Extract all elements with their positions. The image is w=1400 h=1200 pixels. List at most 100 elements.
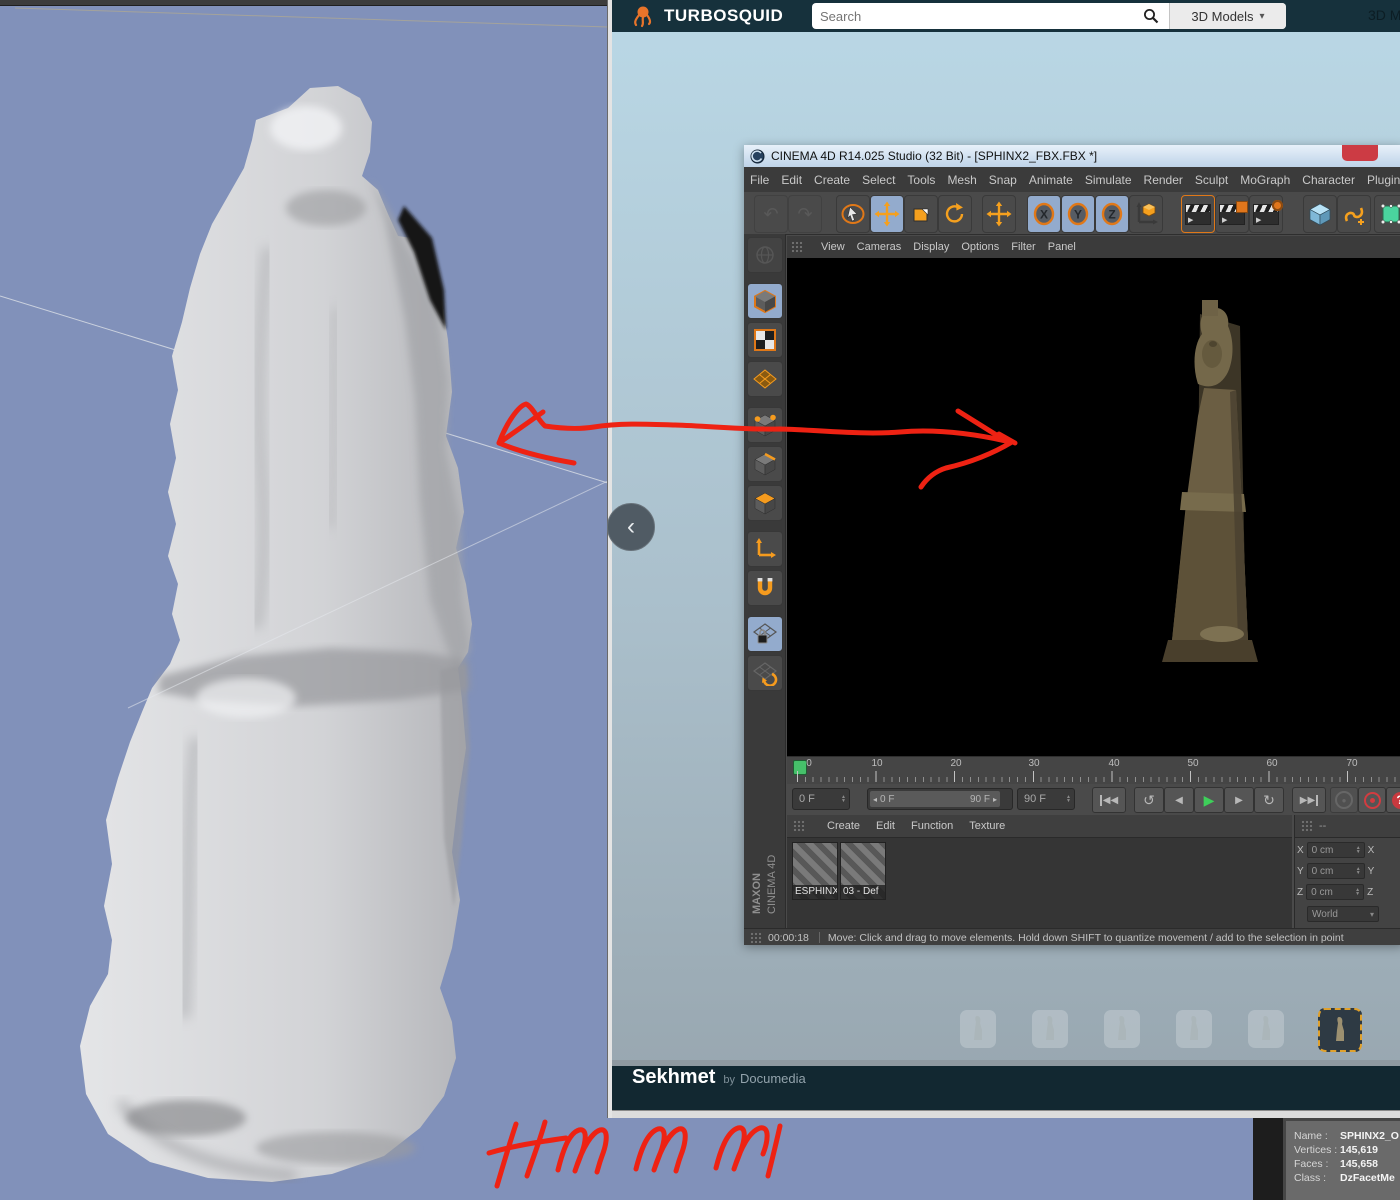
spinner-icon[interactable]: ▲ ▼ bbox=[1356, 846, 1361, 855]
render-picture-viewer-button[interactable] bbox=[1215, 195, 1249, 233]
rotate-workplane-button[interactable] bbox=[746, 655, 783, 691]
x-axis-lock-button[interactable]: X bbox=[1027, 195, 1061, 233]
viewport-menu-display[interactable]: Display bbox=[913, 241, 949, 253]
c4d-title-bar[interactable]: CINEMA 4D R14.025 Studio (32 Bit) - [SPH… bbox=[744, 145, 1400, 167]
points-mode-button[interactable] bbox=[746, 407, 783, 443]
add-cube-button[interactable] bbox=[1303, 195, 1337, 233]
range-left-arrow-icon[interactable]: ◂ bbox=[873, 795, 877, 804]
render-view-button[interactable] bbox=[1181, 195, 1215, 233]
y-axis-lock-button[interactable]: Y bbox=[1061, 195, 1095, 233]
x-position-field[interactable]: 0 cm ▲ ▼ bbox=[1306, 842, 1365, 858]
search-input[interactable] bbox=[812, 8, 1143, 24]
workplane-mode-button[interactable] bbox=[746, 361, 783, 397]
scanned-statue-model[interactable] bbox=[36, 58, 484, 1190]
frame-range-slider[interactable]: ◂ 0 F 90 F ▸ bbox=[867, 788, 1013, 810]
product-author[interactable]: Documedia bbox=[740, 1071, 806, 1086]
nav-3d-models-link[interactable]: 3D M bbox=[1368, 7, 1400, 23]
menu-select[interactable]: Select bbox=[856, 173, 901, 187]
turbosquid-brand[interactable]: TURBOSQUID bbox=[664, 6, 783, 26]
spinner-icon[interactable]: ▲ ▼ bbox=[1066, 795, 1071, 804]
menu-animate[interactable]: Animate bbox=[1023, 173, 1079, 187]
polygons-mode-button[interactable] bbox=[746, 485, 783, 521]
jump-start-button[interactable]: ◀◀ bbox=[1092, 787, 1126, 813]
edges-mode-button[interactable] bbox=[746, 446, 783, 482]
redo-button[interactable]: ↷ bbox=[788, 195, 822, 233]
viewport-menu-view[interactable]: View bbox=[821, 241, 845, 253]
undo-button[interactable]: ↶ bbox=[754, 195, 788, 233]
product-title[interactable]: Sekhmet bbox=[632, 1066, 715, 1089]
make-editable-button[interactable] bbox=[1374, 195, 1400, 233]
add-spline-button[interactable] bbox=[1337, 195, 1371, 233]
prev-key-button[interactable]: ↺ bbox=[1134, 787, 1164, 813]
coordinate-space-dropdown[interactable]: World ▾ bbox=[1307, 906, 1379, 922]
end-frame-field[interactable]: 90 F ▲ ▼ bbox=[1017, 788, 1075, 810]
axis-mode-button[interactable] bbox=[746, 531, 783, 567]
timeline-ruler[interactable]: 0 10 20 30 40 50 60 70 bbox=[787, 756, 1400, 784]
preview-thumbnail[interactable] bbox=[1104, 1010, 1140, 1048]
move-tool-button[interactable] bbox=[870, 195, 904, 233]
coordinate-system-button[interactable] bbox=[1129, 195, 1163, 233]
range-right-arrow-icon[interactable]: ▸ bbox=[993, 795, 997, 804]
current-frame-field[interactable]: 0 F ▲ ▼ bbox=[792, 788, 850, 810]
play-button[interactable]: ▶ bbox=[1194, 787, 1224, 813]
preview-thumbnail[interactable] bbox=[1248, 1010, 1284, 1048]
z-position-field[interactable]: 0 cm ▲ ▼ bbox=[1306, 884, 1365, 900]
z-axis-lock-button[interactable]: Z bbox=[1095, 195, 1129, 233]
render-settings-button[interactable] bbox=[1249, 195, 1283, 233]
menu-render[interactable]: Render bbox=[1138, 173, 1189, 187]
panel-collapse-button[interactable]: ‹ bbox=[607, 503, 655, 551]
spinner-icon[interactable]: ▲ ▼ bbox=[841, 795, 846, 804]
last-tool-button[interactable] bbox=[982, 195, 1016, 233]
spinner-icon[interactable]: ▲ ▼ bbox=[1355, 888, 1360, 897]
viewport-menu-cameras[interactable]: Cameras bbox=[857, 241, 902, 253]
snap-button[interactable] bbox=[746, 570, 783, 606]
menu-character[interactable]: Character bbox=[1296, 173, 1361, 187]
preview-thumbnail[interactable] bbox=[1176, 1010, 1212, 1048]
menu-edit[interactable]: Edit bbox=[775, 173, 808, 187]
spinner-icon[interactable]: ▲ ▼ bbox=[1356, 867, 1361, 876]
models-dropdown[interactable]: 3D Models ▾ bbox=[1169, 3, 1286, 29]
material-swatch[interactable]: 03 - Def bbox=[840, 842, 886, 900]
prev-frame-button[interactable]: ◀ bbox=[1164, 787, 1194, 813]
material-menu-edit[interactable]: Edit bbox=[876, 820, 895, 832]
sekhmet-statue-model[interactable] bbox=[1142, 296, 1274, 668]
material-menu-function[interactable]: Function bbox=[911, 820, 953, 832]
menu-file[interactable]: File bbox=[744, 173, 775, 187]
lock-workplane-button[interactable] bbox=[746, 616, 783, 652]
key-record-button[interactable]: ● bbox=[1330, 787, 1358, 813]
material-menu-texture[interactable]: Texture bbox=[969, 820, 1005, 832]
viewport-menu-filter[interactable]: Filter bbox=[1011, 241, 1035, 253]
record-button[interactable] bbox=[1358, 787, 1386, 813]
octopus-logo-icon[interactable] bbox=[630, 3, 656, 29]
preview-thumbnail[interactable] bbox=[960, 1010, 996, 1048]
search-icon[interactable] bbox=[1143, 8, 1159, 24]
viewport-menu-options[interactable]: Options bbox=[961, 241, 999, 253]
panel-grip[interactable] bbox=[791, 241, 803, 253]
viewport-menu-panel[interactable]: Panel bbox=[1048, 241, 1076, 253]
next-frame-button[interactable]: ▶ bbox=[1224, 787, 1254, 813]
next-key-button[interactable]: ↻ bbox=[1254, 787, 1284, 813]
menu-plugins[interactable]: Plugins bbox=[1361, 173, 1400, 187]
menu-snap[interactable]: Snap bbox=[983, 173, 1023, 187]
help-button[interactable]: ? bbox=[1386, 787, 1400, 813]
jump-end-button[interactable]: ▶▶ bbox=[1292, 787, 1326, 813]
preview-thumbnail[interactable] bbox=[1032, 1010, 1068, 1048]
menu-tools[interactable]: Tools bbox=[901, 173, 941, 187]
y-position-field[interactable]: 0 cm ▲ ▼ bbox=[1306, 863, 1365, 879]
model-mode-button[interactable] bbox=[746, 283, 783, 319]
globe-button[interactable] bbox=[746, 237, 783, 273]
texture-mode-button[interactable] bbox=[746, 322, 783, 358]
panel-grip[interactable] bbox=[750, 931, 762, 944]
menu-mograph[interactable]: MoGraph bbox=[1234, 173, 1296, 187]
close-button[interactable] bbox=[1342, 145, 1378, 161]
menu-simulate[interactable]: Simulate bbox=[1079, 173, 1138, 187]
rotate-tool-button[interactable] bbox=[938, 195, 972, 233]
material-menu-create[interactable]: Create bbox=[827, 820, 860, 832]
scale-tool-button[interactable] bbox=[904, 195, 938, 233]
preview-thumbnail-selected[interactable] bbox=[1318, 1008, 1362, 1052]
panel-grip[interactable] bbox=[793, 820, 805, 832]
menu-sculpt[interactable]: Sculpt bbox=[1189, 173, 1234, 187]
material-swatch[interactable]: ESPHINX bbox=[792, 842, 838, 900]
menu-mesh[interactable]: Mesh bbox=[941, 173, 982, 187]
menu-create[interactable]: Create bbox=[808, 173, 856, 187]
